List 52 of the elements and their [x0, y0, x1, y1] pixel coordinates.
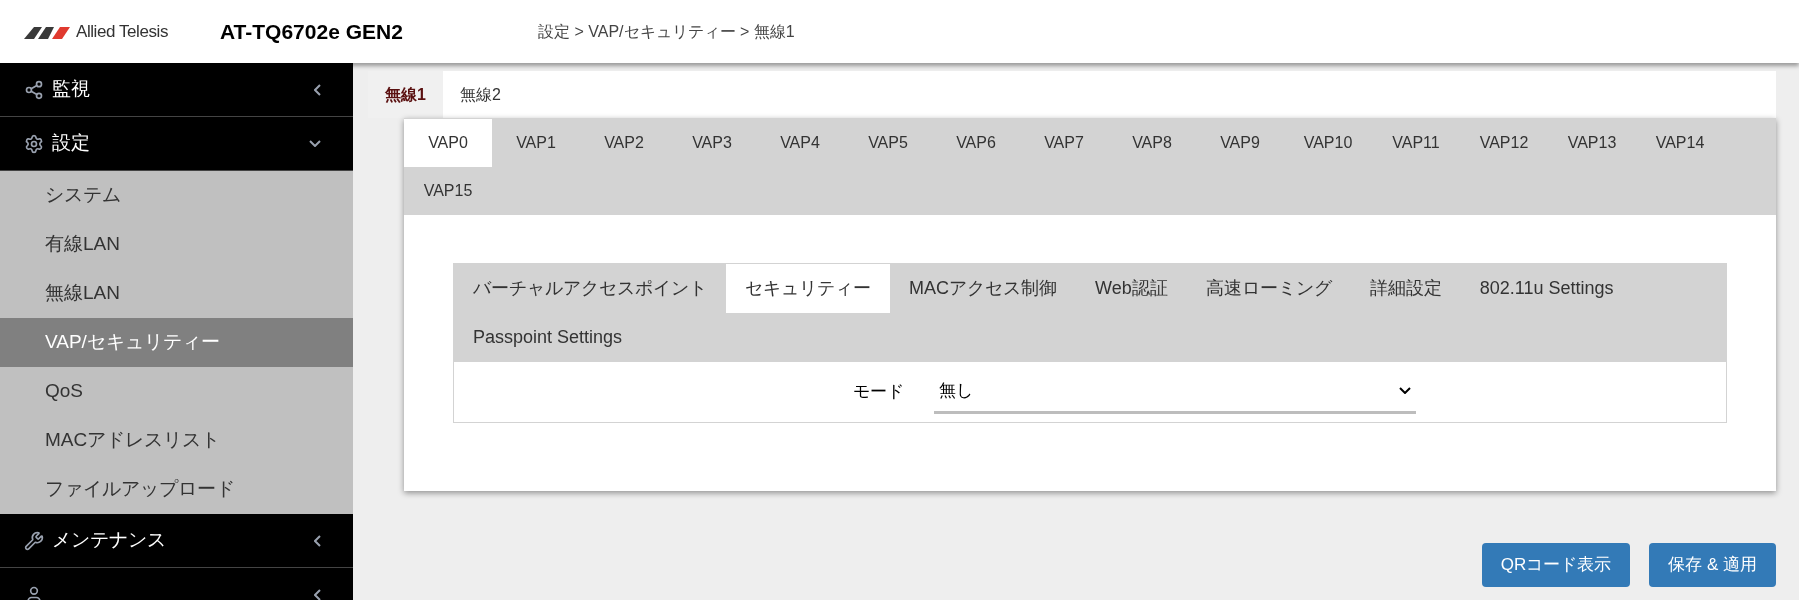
wrench-icon [24, 530, 44, 551]
sidebar-item[interactable]: QoS [0, 367, 353, 416]
vap-tab[interactable]: VAP5 [844, 119, 932, 167]
vap-tab[interactable]: VAP0 [404, 119, 492, 167]
action-button[interactable]: QRコード表示 [1481, 543, 1631, 587]
section-tab[interactable]: MACアクセス制御 [890, 264, 1076, 313]
section-tab[interactable]: 高速ローミング [1186, 264, 1351, 313]
section-tab[interactable]: バーチャルアクセスポイント [454, 264, 726, 313]
vap-tab[interactable]: VAP11 [1372, 119, 1460, 167]
vap-tab[interactable]: VAP2 [580, 119, 668, 167]
product-name: AT-TQ6702e GEN2 [220, 18, 404, 45]
sidebar-item[interactable]: VAP/セキュリティー [0, 318, 353, 367]
sidebar-section[interactable]: 設定 [0, 117, 353, 171]
vap-tab[interactable]: VAP1 [492, 119, 580, 167]
chevron-down-icon [309, 140, 321, 147]
logo-icon [24, 24, 72, 39]
breadcrumb: 設定 > VAP/セキュリティー > 無線1 [538, 21, 795, 42]
section-tab[interactable]: 802.11u Settings [1460, 264, 1633, 313]
sidebar-item[interactable]: ファイルアップロード [0, 465, 353, 514]
sidebar-item[interactable]: システム [0, 171, 353, 220]
vap-tab[interactable]: VAP15 [404, 167, 492, 215]
action-button[interactable]: 保存 & 適用 [1649, 543, 1776, 587]
vap-tab[interactable]: VAP8 [1108, 119, 1196, 167]
vap-tab[interactable]: VAP13 [1548, 119, 1636, 167]
chevron-left-icon [314, 534, 321, 547]
sidebar-item[interactable]: MACアドレスリスト [0, 416, 353, 465]
vap-tab[interactable]: VAP10 [1284, 119, 1372, 167]
vap-tab[interactable]: VAP12 [1460, 119, 1548, 167]
section-tab[interactable]: Passpoint Settings [454, 313, 642, 362]
logo-text: Allied Telesis [76, 20, 168, 43]
sidebar-section[interactable]: メンテナンス [0, 514, 353, 568]
share-icon [24, 79, 44, 100]
vap-tab[interactable]: VAP3 [668, 119, 756, 167]
vap-tab[interactable]: VAP9 [1196, 119, 1284, 167]
chevron-down-icon [1399, 387, 1411, 394]
mode-label: モード [852, 381, 905, 404]
vap-tab[interactable]: VAP6 [932, 119, 1020, 167]
section-tab[interactable]: 詳細設定 [1350, 264, 1461, 313]
vap-tab[interactable]: VAP14 [1636, 119, 1724, 167]
gear-icon [24, 133, 44, 154]
vap-tab[interactable]: VAP4 [756, 119, 844, 167]
radio-tab[interactable]: 無線1 [368, 71, 443, 118]
sidebar-section[interactable]: 監視 [0, 63, 353, 117]
sidebar-item[interactable]: 有線LAN [0, 220, 353, 269]
chevron-left-icon [314, 83, 321, 96]
vap-tab[interactable]: VAP7 [1020, 119, 1108, 167]
radio-tab[interactable]: 無線2 [442, 71, 518, 118]
sidebar-item[interactable]: 無線LAN [0, 269, 353, 318]
section-tab[interactable]: セキュリティー [726, 264, 890, 313]
chevron-left-icon [314, 588, 321, 600]
section-tab[interactable]: Web認証 [1076, 264, 1187, 313]
mode-select[interactable]: 無し [934, 370, 1416, 414]
